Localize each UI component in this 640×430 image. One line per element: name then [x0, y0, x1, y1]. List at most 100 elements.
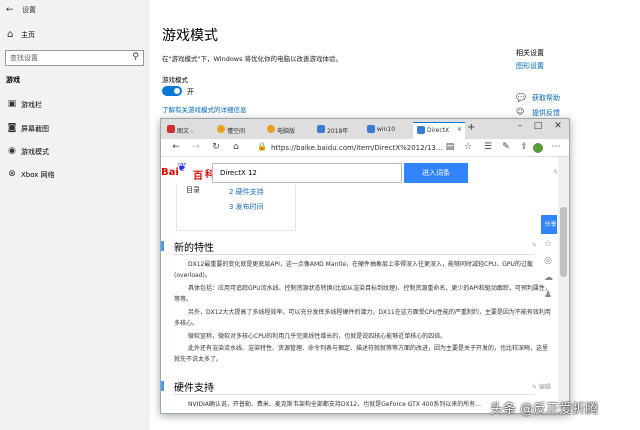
tab-label: DirectX: [427, 127, 450, 134]
profile-avatar-icon[interactable]: [533, 143, 543, 153]
sidebar-item-label: 游戏模式: [21, 148, 49, 156]
share-icon[interactable]: ⇪: [517, 142, 531, 152]
toc-item[interactable]: 2 硬件支持: [229, 187, 264, 197]
browser-tab[interactable]: 2018年: [313, 122, 363, 139]
close-tab-icon[interactable]: ✕: [457, 126, 462, 133]
sidebar-item-game-bar[interactable]: ▣ 游戏栏: [0, 96, 150, 116]
browser-tab[interactable]: win10: [363, 122, 413, 139]
paragraph: DX12最重要的变化就是更底层API，这一点像AMD Mantle，在硬件抽象层…: [174, 261, 533, 279]
pen-icon[interactable]: ✎: [499, 142, 513, 152]
baidu-paw-icon: ❦: [177, 160, 188, 174]
navigation-bar: ← → ↻ ⌂ 🔒 https://baike.baidu.com/item/D…: [161, 139, 569, 157]
browser-tab[interactable]: 懂空间: [213, 122, 263, 139]
tab-label: 2018年: [327, 128, 349, 135]
pencil-icon[interactable]: ✎: [553, 168, 557, 177]
address-bar[interactable]: https://baike.baidu.com/item/DirectX%201…: [271, 144, 443, 152]
game-mode-label: 游戏模式: [162, 76, 188, 84]
game-mode-toggle[interactable]: [162, 86, 182, 96]
toc-header: 目录: [186, 186, 200, 194]
search-placeholder: 查找设置: [10, 54, 38, 62]
browser-tab[interactable]: 电脑版: [263, 122, 313, 139]
section-divider: [174, 254, 534, 255]
favorite-star-icon[interactable]: ☆: [544, 239, 552, 249]
game-bar-icon: ▣: [7, 99, 17, 109]
toggle-knob: [174, 88, 180, 94]
browser-window: 图文 - 懂空间 电脑版 2018年 win10 DirectX ✕ + – □…: [160, 118, 570, 414]
back-arrow-icon[interactable]: ←: [6, 5, 14, 15]
tab-favicon-icon: [217, 125, 225, 133]
sidebar-item-game-mode[interactable]: ◉ 游戏模式: [0, 143, 150, 163]
favorite-star-icon[interactable]: ☆: [461, 142, 475, 152]
tab-label: 图文 -: [177, 128, 194, 135]
related-settings-title: 相关设置: [516, 49, 544, 57]
watermark: 头条 @反正爱折腾: [490, 402, 599, 417]
enter-entry-button[interactable]: 进入词条: [404, 163, 468, 183]
share-button[interactable]: 分享: [541, 215, 557, 234]
feedback-link[interactable]: 提供反馈: [532, 108, 560, 118]
graphics-settings-link[interactable]: 图形设置: [516, 61, 544, 71]
scrollbar[interactable]: [558, 157, 569, 413]
section-marker: [161, 241, 164, 251]
close-window-icon[interactable]: ✕: [549, 121, 567, 131]
refresh-icon[interactable]: ↻: [209, 142, 223, 152]
help-icon: 💬: [516, 93, 526, 102]
reading-view-icon[interactable]: ▤: [443, 142, 457, 152]
baike-search-input[interactable]: DirectX 12: [212, 163, 402, 183]
lock-icon: 🔒: [257, 142, 267, 151]
settings-search-input[interactable]: 查找设置 ⚲: [5, 50, 144, 66]
toggle-state-label: 开: [187, 88, 194, 96]
edit-link[interactable]: ✎ 编辑: [532, 382, 551, 391]
feedback-icon: ☺: [516, 107, 525, 116]
toc-item[interactable]: 3 发布时间: [229, 202, 264, 212]
baidu-logo-text: 百: [193, 171, 203, 182]
game-mode-icon: ◉: [8, 146, 16, 156]
tab-favicon-icon: [267, 125, 275, 133]
tab-bar: 图文 - 懂空间 电脑版 2018年 win10 DirectX ✕ + – □…: [161, 119, 569, 139]
page-description: 在"游戏模式"下，Windows 将优化你的电脑以改善游戏体验。: [162, 55, 343, 63]
paragraph: 微软宣称，微软对多核心CPU的利用几乎完美线性增长的，也就是说四核心能够近单核心…: [188, 333, 447, 340]
home-icon[interactable]: ⌂: [7, 29, 13, 40]
tab-favicon-icon: [167, 125, 175, 133]
capture-icon: ◙: [7, 123, 17, 133]
sidebar-item-captures[interactable]: ◙ 屏幕截图: [0, 120, 150, 140]
sidebar-item-label: 屏幕截图: [21, 125, 49, 133]
search-icon[interactable]: ⚲: [132, 52, 139, 62]
section-title: 硬件支持: [174, 383, 214, 394]
browser-tab[interactable]: 图文 -: [163, 122, 213, 139]
web-content: Bai ❦ 百 科 DirectX 12 进入词条 ✎ 目录 2 硬件支持 3 …: [161, 157, 557, 413]
xbox-icon: ⊗: [8, 169, 16, 179]
home-link[interactable]: 主页: [21, 30, 35, 40]
tab-label: win10: [377, 126, 396, 133]
settings-sidebar: ← 设置 ⌂ 主页 查找设置 ⚲ 游戏 ▣ 游戏栏 ◙ 屏幕截图 ◉ 游戏模式 …: [0, 0, 150, 430]
wechat-icon[interactable]: ☁: [544, 273, 553, 283]
learn-more-link[interactable]: 了解有关游戏模式的详细信息: [162, 104, 247, 114]
weibo-icon[interactable]: ◎: [544, 256, 552, 266]
scrollbar-thumb[interactable]: [560, 207, 567, 277]
tab-label: 电脑版: [277, 128, 296, 135]
get-help-link[interactable]: 获取帮助: [532, 93, 560, 103]
home-icon[interactable]: ⌂: [229, 142, 243, 152]
favorites-hub-icon[interactable]: ☰: [481, 142, 495, 152]
sidebar-section-label: 游戏: [6, 76, 20, 84]
tab-favicon-icon: [317, 125, 325, 133]
page-title: 游戏模式: [162, 28, 218, 44]
tab-favicon-icon: [367, 125, 375, 133]
sidebar-item-label: 游戏栏: [21, 101, 42, 109]
paragraph: 此外还有渲染流水线、渲染特性、资源管理、命令列表与捆定、描述符就就等等方面的改进…: [174, 345, 549, 363]
new-tab-icon[interactable]: +: [467, 122, 475, 133]
sidebar-item-xbox[interactable]: ⊗ Xbox 网络: [0, 166, 150, 186]
browser-tab-active[interactable]: DirectX ✕: [413, 122, 465, 139]
more-options-icon[interactable]: ⋯: [549, 142, 563, 152]
maximize-icon[interactable]: □: [529, 121, 547, 131]
window-title: 设置: [22, 6, 36, 14]
minimize-icon[interactable]: –: [511, 121, 529, 131]
back-icon[interactable]: ←: [169, 142, 183, 152]
edit-pencil-icon[interactable]: ✎: [532, 242, 537, 249]
forward-icon[interactable]: →: [189, 142, 203, 152]
qq-icon[interactable]: ♟: [544, 290, 552, 300]
paragraph: 另外，DX12大大提高了多线程效率，可以充分发挥多线程硬件的潜力，DX11在这方…: [174, 309, 551, 327]
tab-label: 懂空间: [227, 128, 246, 135]
paragraph: 具体包括：应用可追踪GPU流水线、控制资源状态转换(比如从渲染目标到纹理)、控制…: [174, 285, 551, 303]
tab-favicon-icon: [417, 126, 425, 134]
search-value: DirectX 12: [220, 169, 257, 177]
